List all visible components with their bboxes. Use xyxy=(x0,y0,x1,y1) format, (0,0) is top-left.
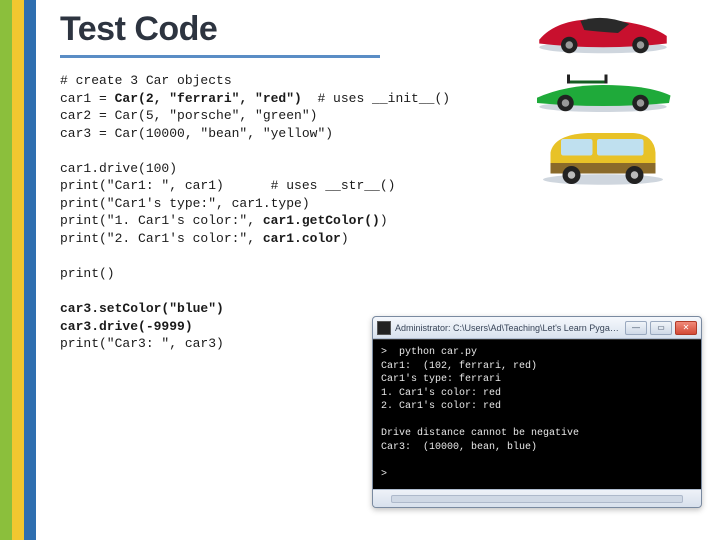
minimize-button[interactable]: — xyxy=(625,321,647,335)
terminal-window: Administrator: C:\Users\Ad\Teaching\Let'… xyxy=(372,316,702,508)
stripe-yellow xyxy=(12,0,24,540)
green-convertible-car-icon xyxy=(528,64,678,117)
horizontal-scrollbar[interactable] xyxy=(391,495,683,503)
terminal-statusbar xyxy=(373,489,701,507)
stripe-green xyxy=(0,0,12,540)
red-sports-car-icon xyxy=(528,6,678,59)
title-underline xyxy=(60,55,380,58)
terminal-output: > python car.py Car1: (102, ferrari, red… xyxy=(373,339,701,489)
side-stripes xyxy=(0,0,36,540)
cmd-icon xyxy=(377,321,391,335)
terminal-title: Administrator: C:\Users\Ad\Teaching\Let'… xyxy=(395,323,625,333)
close-button[interactable]: ✕ xyxy=(675,321,697,335)
terminal-titlebar: Administrator: C:\Users\Ad\Teaching\Let'… xyxy=(373,317,701,339)
yellow-mini-car-icon xyxy=(528,121,678,189)
maximize-button[interactable]: ▭ xyxy=(650,321,672,335)
car-illustrations xyxy=(528,6,708,194)
stripe-blue xyxy=(24,0,36,540)
